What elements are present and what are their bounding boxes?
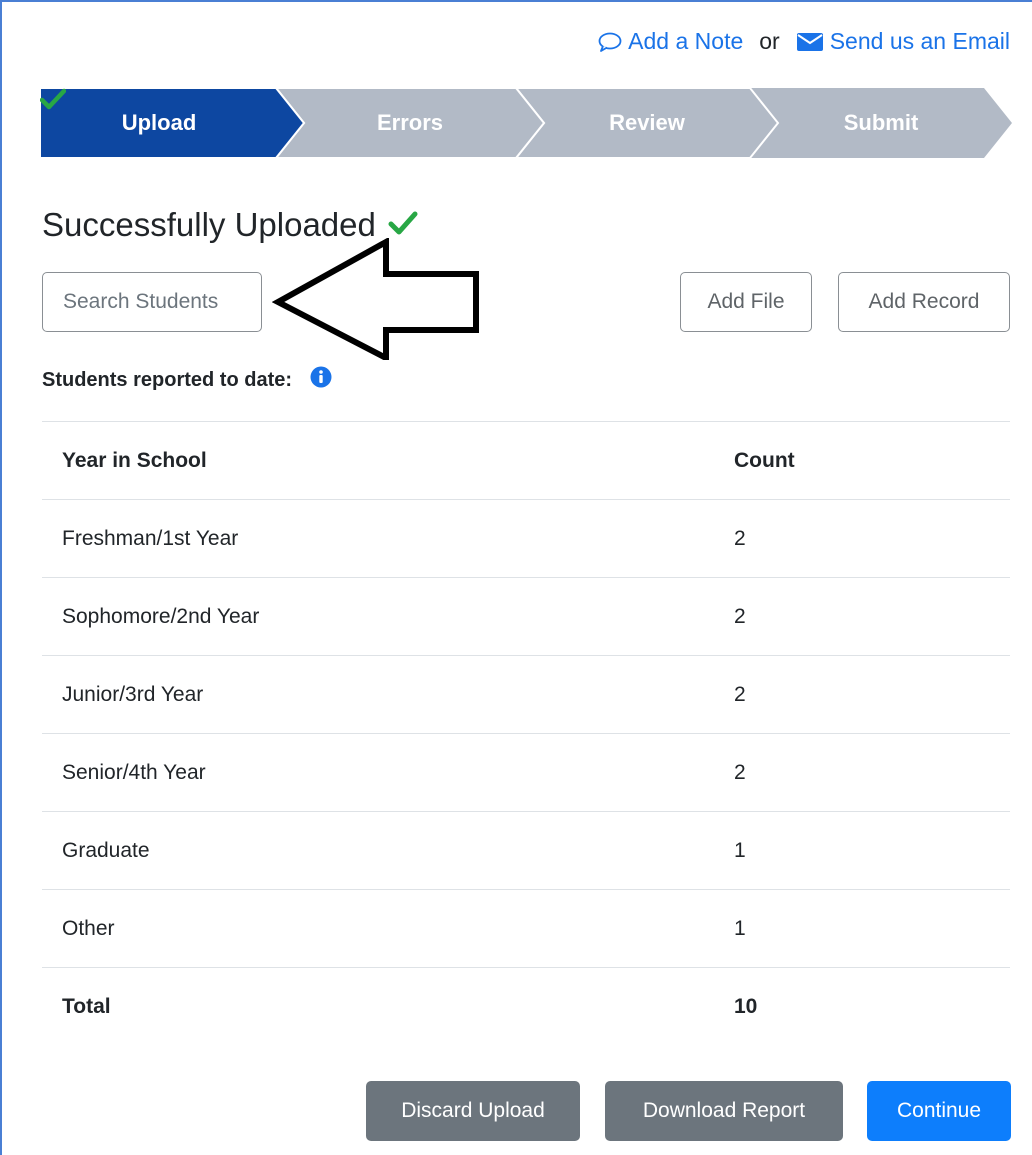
continue-button[interactable]: Continue [867, 1081, 1011, 1141]
step-upload-label: Upload [121, 110, 197, 135]
count-cell: 2 [734, 682, 746, 706]
table-row: Graduate 1 [42, 811, 1010, 890]
step-upload[interactable]: Upload [40, 88, 290, 158]
step-errors-label: Errors [376, 110, 444, 135]
count-cell: 2 [734, 526, 746, 550]
total-count-cell: 10 [734, 994, 758, 1018]
column-header-count: Count [734, 448, 795, 472]
download-report-button[interactable]: Download Report [605, 1081, 843, 1141]
table-total-row: Total 10 [42, 967, 1010, 1046]
discard-upload-button[interactable]: Discard Upload [366, 1081, 580, 1141]
progress-stepper: Upload Errors Review Submit [40, 88, 1012, 158]
count-cell: 2 [734, 604, 746, 628]
year-cell: Senior/4th Year [62, 760, 206, 784]
add-file-button[interactable]: Add File [680, 272, 812, 332]
step-review-label: Review [609, 110, 685, 135]
year-cell: Sophomore/2nd Year [62, 604, 260, 628]
students-reported-label: Students reported to date: [42, 368, 293, 391]
year-cell: Freshman/1st Year [62, 526, 239, 550]
envelope-icon [796, 32, 824, 52]
search-students-input[interactable] [42, 272, 262, 332]
table-row: Junior/3rd Year 2 [42, 655, 1010, 734]
table-row: Freshman/1st Year 2 [42, 499, 1010, 578]
left-arrow-annotation [272, 238, 479, 360]
table-header-row: Year in School Count [42, 421, 1010, 500]
step-errors[interactable]: Errors [290, 88, 530, 158]
table-row: Senior/4th Year 2 [42, 733, 1010, 812]
add-note-label: Add a Note [628, 28, 744, 54]
top-links: Add a Note or Send us an Email [598, 28, 1010, 55]
table-row: Sophomore/2nd Year 2 [42, 577, 1010, 656]
count-cell: 1 [734, 838, 746, 862]
send-email-label: Send us an Email [829, 28, 1010, 54]
info-circle-icon[interactable] [310, 366, 332, 394]
students-table: Year in School Count Freshman/1st Year 2… [42, 421, 1010, 1046]
year-cell: Other [62, 916, 115, 940]
step-submit-label: Submit [843, 110, 919, 135]
column-header-year: Year in School [62, 448, 207, 472]
speech-bubble-icon [598, 31, 622, 53]
count-cell: 1 [734, 916, 746, 940]
total-label-cell: Total [62, 994, 111, 1018]
add-record-button[interactable]: Add Record [838, 272, 1010, 332]
step-review[interactable]: Review [530, 88, 764, 158]
year-cell: Junior/3rd Year [62, 682, 204, 706]
send-email-link[interactable]: Send us an Email [796, 28, 1010, 55]
or-text: or [759, 28, 780, 54]
year-cell: Graduate [62, 838, 150, 862]
add-note-link[interactable]: Add a Note [598, 28, 743, 55]
count-cell: 2 [734, 760, 746, 784]
step-submit[interactable]: Submit [764, 88, 998, 158]
students-reported-heading: Students reported to date: [42, 366, 332, 394]
table-row: Other 1 [42, 889, 1010, 968]
